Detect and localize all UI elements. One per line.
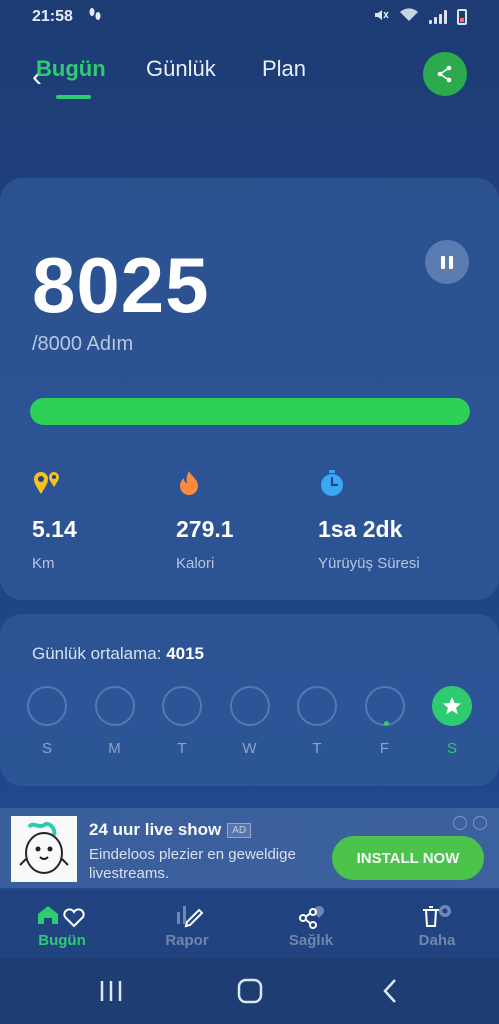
day-label: M xyxy=(108,740,121,757)
status-time: 21:58 xyxy=(32,8,73,25)
step-goal: /8000 Adım xyxy=(32,333,134,355)
steps-summary-card: 8025 /8000 Adım 5.14 Km 279.1 Kalori 1sa… xyxy=(0,178,499,600)
ad-info-icon[interactable] xyxy=(453,816,467,830)
report-icon xyxy=(142,902,232,930)
day-label: T xyxy=(177,740,187,757)
top-tab-bar: ‹ Bugün Günlük Plan xyxy=(0,48,499,104)
day-label: S xyxy=(446,740,457,757)
home-icon xyxy=(17,902,107,930)
nav-daha-label: Daha xyxy=(418,932,456,949)
day-item[interactable]: T xyxy=(162,686,202,757)
share-button[interactable] xyxy=(423,52,467,96)
nav-bugun-label: Bugün xyxy=(38,932,86,949)
nav-bugun[interactable]: Bugün xyxy=(17,902,107,949)
nav-rapor[interactable]: Rapor xyxy=(142,902,232,949)
flame-icon xyxy=(176,468,234,498)
daily-average-label: Günlük ortalama: xyxy=(32,644,162,663)
system-back-button[interactable] xyxy=(378,974,402,1008)
stat-calories: 279.1 Kalori xyxy=(176,468,234,572)
nav-saglik-label: Sağlık xyxy=(288,932,334,949)
recent-apps-icon xyxy=(100,981,122,1001)
home-square-icon xyxy=(237,978,263,1004)
walk-time-value: 1sa 2dk xyxy=(318,516,403,542)
tab-bugun[interactable]: Bugün xyxy=(36,56,106,82)
ad-app-logo xyxy=(11,816,77,882)
footsteps-icon xyxy=(87,7,103,28)
nav-daha[interactable]: Daha xyxy=(392,902,482,949)
install-now-button[interactable]: INSTALL NOW xyxy=(332,836,484,880)
star-icon xyxy=(443,697,461,714)
ad-title: 24 uur live show AD xyxy=(89,820,252,840)
pause-icon-bar xyxy=(449,255,453,269)
tab-plan[interactable]: Plan xyxy=(262,56,306,82)
day-item[interactable]: S xyxy=(432,686,472,757)
mute-icon xyxy=(373,7,389,28)
wifi-icon xyxy=(399,7,419,28)
day-item[interactable]: W xyxy=(229,686,270,757)
distance-icon xyxy=(32,468,77,498)
day-label: W xyxy=(242,740,257,757)
day-item[interactable]: F xyxy=(364,686,405,757)
step-progress-bar xyxy=(30,398,470,425)
tab-gunluk[interactable]: Günlük xyxy=(146,56,216,82)
day-item[interactable]: M xyxy=(94,686,135,757)
day-label: T xyxy=(312,740,322,757)
day-progress-ring xyxy=(94,686,135,726)
pause-button[interactable] xyxy=(425,240,469,284)
day-label: F xyxy=(379,740,390,757)
nav-saglik[interactable]: Sağlık xyxy=(266,902,356,949)
back-arrow-icon xyxy=(383,979,396,1003)
bottom-nav: Bugün Rapor Sağlık Daha xyxy=(0,890,499,958)
day-item[interactable]: T xyxy=(297,686,337,757)
step-count: 8025 xyxy=(32,241,210,329)
stat-walk-time: 1sa 2dk Yürüyüş Süresi xyxy=(318,468,420,572)
day-goal-reached xyxy=(432,686,472,726)
nav-rapor-label: Rapor xyxy=(165,932,209,949)
ad-badge: AD xyxy=(227,823,252,839)
day-progress-ring xyxy=(162,686,202,726)
ad-close-icon[interactable] xyxy=(473,816,487,830)
daily-average-value: 4015 xyxy=(166,644,205,663)
ad-description: Eindeloos plezier en geweldige livestrea… xyxy=(89,846,296,882)
health-icon xyxy=(266,902,356,930)
more-icon xyxy=(392,902,482,930)
status-bar: 21:58 xyxy=(0,0,499,34)
day-progress-ring xyxy=(27,686,67,726)
day-label: S xyxy=(41,740,52,757)
stat-distance: 5.14 Km xyxy=(32,468,77,572)
distance-label: Km xyxy=(32,555,55,572)
walk-time-label: Yürüyüş Süresi xyxy=(318,555,420,572)
active-tab-indicator xyxy=(56,95,91,99)
system-nav-bar xyxy=(0,958,499,1024)
distance-value: 5.14 xyxy=(32,516,77,542)
signal-icon xyxy=(429,10,447,24)
share-icon xyxy=(437,65,452,83)
pause-icon-bar xyxy=(441,255,445,269)
ad-title-text: 24 uur live show xyxy=(89,820,222,839)
step-progress-fill xyxy=(30,398,470,425)
calories-value: 279.1 xyxy=(176,516,234,542)
ad-info[interactable] xyxy=(447,816,487,830)
day-progress-ring xyxy=(229,686,270,726)
day-progress-ring xyxy=(297,686,337,726)
ad-banner[interactable]: 24 uur live show AD Eindeloos plezier en … xyxy=(0,808,499,888)
day-item[interactable]: S xyxy=(27,686,67,757)
weekly-progress-card[interactable]: Günlük ortalama: 4015 S M T W T F S xyxy=(0,614,499,786)
day-progress-dot xyxy=(383,721,389,726)
calories-label: Kalori xyxy=(176,555,215,572)
battery-icon xyxy=(457,9,467,25)
stopwatch-icon xyxy=(318,468,420,498)
home-button[interactable] xyxy=(234,974,266,1008)
recent-apps-button[interactable] xyxy=(96,974,126,1008)
daily-average: Günlük ortalama: 4015 xyxy=(32,644,204,664)
day-progress-ring xyxy=(364,686,405,726)
